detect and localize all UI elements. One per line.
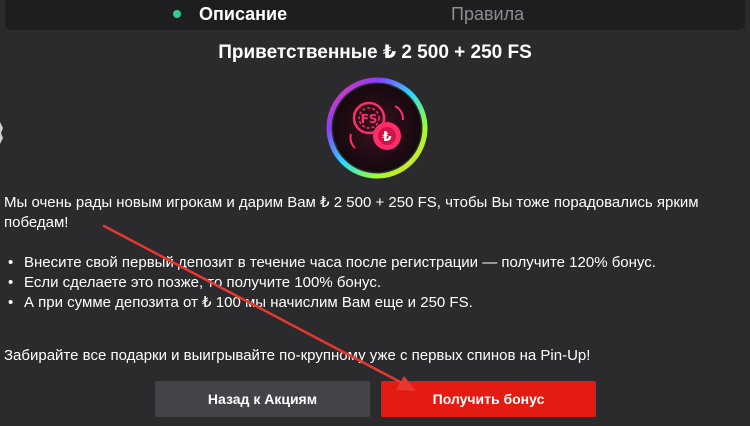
tab-rules[interactable]: Правила [451,2,524,26]
promo-title: Приветственные ₺ 2 500 + 250 FS [218,42,532,63]
get-bonus-button[interactable]: Получить бонус [381,381,596,417]
list-item: А при сумме депозита от ₺ 100 мы начисли… [8,293,656,313]
promo-description: Мы очень рады новым игрокам и дарим Вам … [4,193,748,233]
edge-shape-icon [0,122,3,144]
promo-conditions-list: Внесите свой первый депозит в течение ча… [8,253,656,313]
tab-description[interactable]: Описание [173,2,287,26]
fs-label: FS [361,112,378,126]
promo-intro: Мы очень рады новым игрокам и дарим Вам … [4,194,699,231]
back-to-promotions-button[interactable]: Назад к Акциям [155,381,370,417]
active-tab-dot-icon [173,10,181,18]
tab-description-label: Описание [199,3,288,24]
currency-label: ₺ [382,130,391,145]
tab-bar: Описание Правила [5,0,745,30]
promo-closing: Забирайте все подарки и выигрывайте по-к… [4,347,591,364]
list-item: Внесите свой первый депозит в течение ча… [8,253,656,273]
free-spins-bonus-icon: FS ₺ [326,77,428,179]
list-item: Если сделаете это позже, то получите 100… [8,273,656,293]
